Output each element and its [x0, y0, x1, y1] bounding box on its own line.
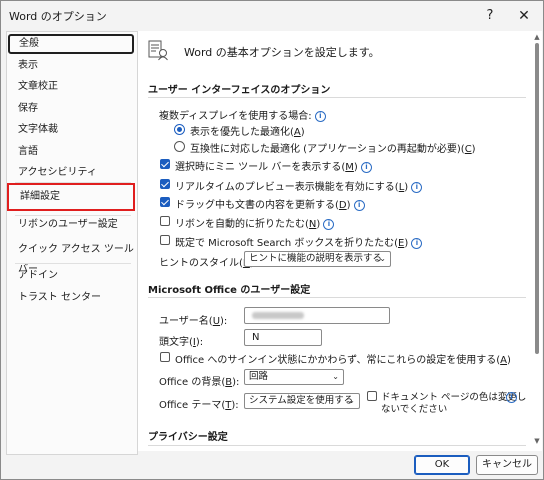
close-button[interactable]: ✕: [513, 5, 535, 27]
section-title-personalize: Microsoft Office のユーザー設定: [148, 285, 311, 296]
checkbox-update-while-dragging[interactable]: [160, 197, 170, 207]
sidebar-item-display[interactable]: 表示: [7, 56, 135, 76]
ok-button[interactable]: OK: [414, 455, 470, 475]
checkbox-always-use-settings[interactable]: [160, 352, 170, 362]
section-title-privacy: プライバシー設定: [148, 432, 228, 443]
sidebar-item-advanced[interactable]: 詳細設定: [7, 183, 135, 211]
radio-optimize-display[interactable]: [174, 124, 185, 135]
sidebar-item-customize-ribbon[interactable]: リボンのユーザー設定: [7, 215, 135, 235]
section-title-ui-options: ユーザー インターフェイスのオプション: [148, 85, 331, 96]
tooltip-style-label: ヒントのスタイル(R):: [159, 258, 257, 269]
chevron-down-icon: ⌄: [379, 254, 386, 263]
scrollbar-thumb[interactable]: [535, 43, 539, 354]
scroll-down-arrow-icon[interactable]: ▼: [533, 437, 541, 447]
sidebar-item-addins[interactable]: アドイン: [7, 266, 135, 286]
redacted-username: [252, 312, 304, 319]
checkbox-live-preview-label[interactable]: リアルタイムのプレビュー表示機能を有効にする(L) i: [175, 178, 423, 193]
cancel-button[interactable]: キャンセル: [476, 455, 538, 475]
checkbox-mini-toolbar[interactable]: [160, 159, 170, 169]
office-background-value: 回路: [249, 371, 269, 382]
checkbox-live-preview[interactable]: [160, 179, 170, 189]
info-icon: i: [361, 162, 372, 173]
sidebar-item-quick-access-toolbar[interactable]: クイック アクセス ツール バー: [7, 240, 135, 275]
initials-label: 頭文字(I):: [159, 337, 204, 348]
options-dialog: Word のオプション ? ✕ 全般 表示 文章校正 保存 文字体裁 言語 アク…: [0, 0, 544, 480]
radio-optimize-compatibility[interactable]: [174, 141, 185, 152]
multi-display-label: 複数ディスプレイを使用する場合: i: [159, 107, 326, 122]
checkbox-collapse-ribbon-label[interactable]: リボンを自動的に折りたたむ(N) i: [175, 215, 335, 230]
tooltip-style-dropdown[interactable]: ヒントに機能の説明を表示する ⌄: [244, 251, 391, 267]
office-background-dropdown[interactable]: 回路 ⌄: [244, 369, 344, 385]
content-scrollbar[interactable]: ▲ ▼: [532, 31, 542, 451]
username-label: ユーザー名(U):: [159, 316, 228, 327]
info-icon: i: [314, 111, 326, 122]
checkbox-no-change-page-color[interactable]: [367, 391, 377, 401]
info-icon: i: [353, 200, 365, 211]
office-theme-label: Office テーマ(T):: [159, 400, 239, 411]
sidebar-item-typography[interactable]: 文字体裁: [7, 120, 135, 140]
no-change-page-color-label-line2[interactable]: ないでください: [381, 401, 447, 415]
checkbox-always-use-settings-label[interactable]: Office へのサインイン状態にかかわらず、常にこれらの設定を使用する(A): [175, 351, 511, 366]
tooltip-style-value: ヒントに機能の説明を表示する: [249, 253, 383, 264]
general-options-icon: [148, 39, 170, 64]
checkbox-mini-toolbar-label[interactable]: 選択時にミニ ツール バーを表示する(M) i: [175, 158, 372, 173]
checkbox-collapse-ribbon[interactable]: [160, 216, 170, 226]
info-icon: i: [411, 182, 423, 193]
sidebar-item-language[interactable]: 言語: [7, 142, 135, 162]
username-input[interactable]: [244, 307, 390, 324]
section-divider: [148, 445, 526, 446]
chevron-down-icon: ⌄: [332, 372, 339, 381]
info-icon: i: [506, 390, 517, 403]
checkbox-update-while-dragging-label[interactable]: ドラッグ中も文書の内容を更新する(D) i: [175, 196, 365, 211]
office-background-label: Office の背景(B):: [159, 377, 240, 388]
sidebar-item-save[interactable]: 保存: [7, 99, 135, 119]
chevron-down-icon: ⌄: [348, 396, 355, 405]
sidebar-divider: [15, 263, 131, 264]
checkbox-collapse-search-label[interactable]: 既定で Microsoft Search ボックスを折りたたむ(E) i: [175, 234, 423, 249]
initials-input[interactable]: N: [244, 329, 322, 346]
section-divider: [148, 297, 526, 298]
info-icon: i: [411, 238, 423, 249]
help-button[interactable]: ?: [479, 5, 501, 27]
sidebar-item-proofing[interactable]: 文章校正: [7, 77, 135, 97]
dialog-title: Word のオプション: [9, 10, 107, 23]
page-header: Word の基本オプションを設定します。: [184, 46, 380, 59]
section-divider: [148, 97, 526, 98]
info-icon: i: [323, 219, 335, 230]
radio-optimize-display-label[interactable]: 表示を優先した最適化(A): [190, 123, 305, 138]
checkbox-collapse-search[interactable]: [160, 235, 170, 245]
office-theme-dropdown[interactable]: システム設定を使用する ⌄: [244, 393, 360, 409]
scroll-up-arrow-icon[interactable]: ▲: [533, 33, 541, 43]
sidebar-item-general[interactable]: 全般: [8, 34, 134, 54]
options-content-panel: Word の基本オプションを設定します。 ユーザー インターフェイスのオプション…: [138, 31, 532, 451]
sidebar-item-trust-center[interactable]: トラスト センター: [7, 288, 135, 308]
sidebar: 全般 表示 文章校正 保存 文字体裁 言語 アクセシビリティ 詳細設定 リボンの…: [6, 31, 138, 455]
title-bar: Word のオプション ? ✕: [1, 1, 543, 31]
sidebar-item-accessibility[interactable]: アクセシビリティ: [7, 163, 135, 183]
radio-optimize-compatibility-label[interactable]: 互換性に対応した最適化 (アプリケーションの再起動が必要)(C): [190, 140, 476, 155]
office-theme-value: システム設定を使用する: [249, 395, 354, 406]
